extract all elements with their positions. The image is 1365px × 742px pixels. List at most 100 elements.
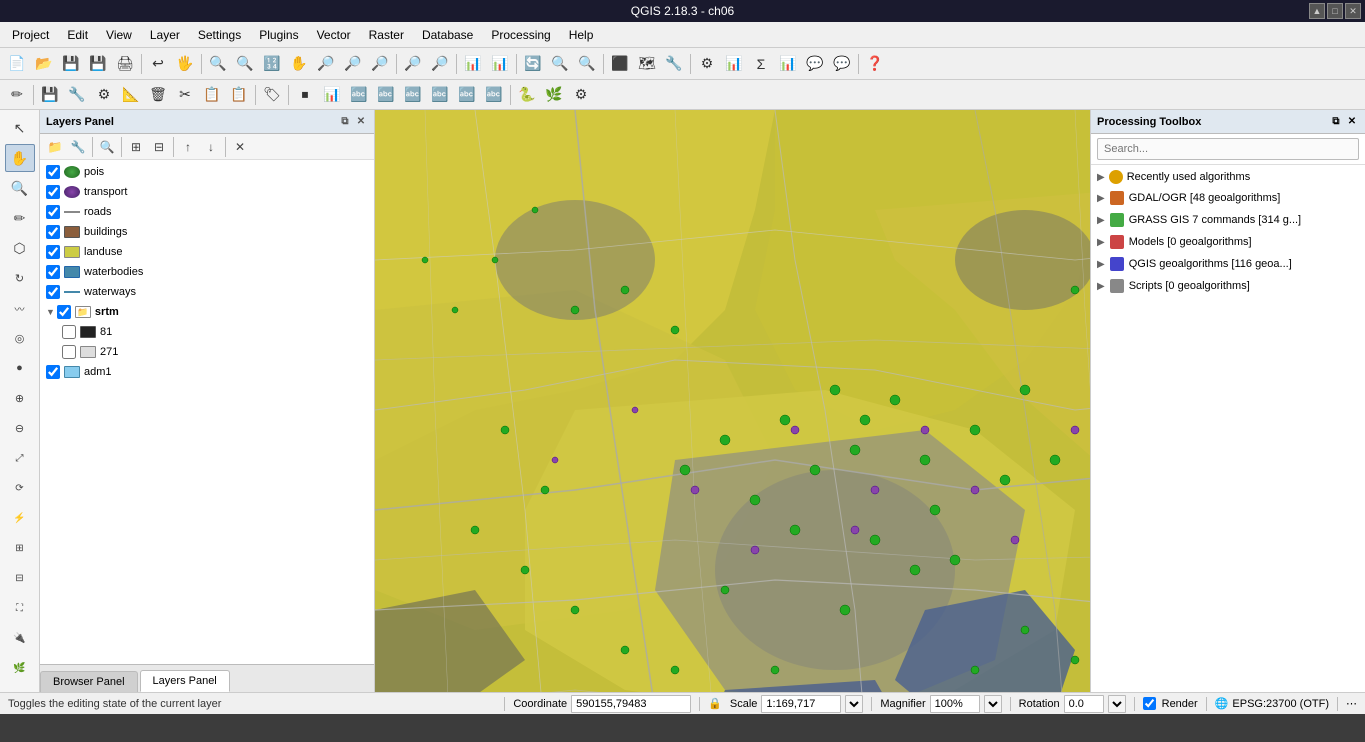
pt-close-button[interactable]: ✕ <box>1345 115 1359 129</box>
label2-button[interactable]: 🔤 <box>346 83 372 107</box>
zoom-layer-button[interactable]: ✋ <box>286 52 312 76</box>
epsg-container[interactable]: 🌐 EPSG:23700 (OTF) <box>1215 697 1329 710</box>
browser-panel-tab[interactable]: Browser Panel <box>40 671 138 692</box>
move-down-button[interactable]: ↓ <box>200 137 222 157</box>
add-ring-tool[interactable]: ◎ <box>5 324 35 352</box>
zoom-out-button[interactable]: 🔍 <box>232 52 258 76</box>
python-button[interactable]: 📊 <box>721 52 747 76</box>
move-up-button[interactable]: ↑ <box>177 137 199 157</box>
stop-button[interactable]: ⏹ <box>292 83 318 107</box>
close-button[interactable]: ✕ <box>1345 3 1361 19</box>
identify-button[interactable]: 🔎 <box>400 52 426 76</box>
merge-tool[interactable]: ⊞ <box>5 534 35 562</box>
collapse-all-button[interactable]: ⊟ <box>148 137 170 157</box>
layer-checkbox-transport[interactable] <box>46 185 60 199</box>
layer-checkbox-waterways[interactable] <box>46 285 60 299</box>
delete-button[interactable]: 🗑 <box>145 83 171 107</box>
layer-checkbox-landuse[interactable] <box>46 245 60 259</box>
process-button[interactable]: ⚙ <box>568 83 594 107</box>
coordinate-input[interactable] <box>571 695 691 713</box>
render-checkbox[interactable] <box>1143 697 1156 710</box>
pt-item-qgis[interactable]: QGIS geoalgorithms [116 geoa...] <box>1091 253 1365 275</box>
layer-item-buildings[interactable]: buildings <box>40 222 374 242</box>
digitize-button[interactable]: ⚙ <box>91 83 117 107</box>
menu-raster[interactable]: Raster <box>361 26 412 44</box>
layer-item-landuse[interactable]: landuse <box>40 242 374 262</box>
layer-item-adm1[interactable]: adm1 <box>40 362 374 382</box>
add-part-tool[interactable]: ⊕ <box>5 384 35 412</box>
settings-button[interactable]: ⚙ <box>694 52 720 76</box>
minimize-button[interactable]: ▲ <box>1309 3 1325 19</box>
scale-input[interactable] <box>761 695 841 713</box>
layer-checkbox-srtm-271[interactable] <box>62 345 76 359</box>
measure-button[interactable]: 🔍 <box>547 52 573 76</box>
undo-button[interactable]: ↩ <box>145 52 171 76</box>
manage-layers-button[interactable]: 🔧 <box>67 137 89 157</box>
digitizing-tool[interactable]: ✏ <box>5 204 35 232</box>
layer-item-waterways[interactable]: waterways <box>40 282 374 302</box>
pt-item-gdal[interactable]: GDAL/OGR [48 geoalgorithms] <box>1091 187 1365 209</box>
zoom-in-button[interactable]: 🔍 <box>205 52 231 76</box>
split-parts-tool[interactable]: ⛶ <box>5 594 35 622</box>
zoom-selection-button[interactable]: 🔎 <box>313 52 339 76</box>
annotation-button[interactable]: 💬 <box>829 52 855 76</box>
layer-checkbox-roads[interactable] <box>46 205 60 219</box>
bookmark-button[interactable]: 🗺 <box>634 52 660 76</box>
categorized-button[interactable]: 📊 <box>319 83 345 107</box>
layer-checkbox-adm1[interactable] <box>46 365 60 379</box>
more-options-button[interactable]: ⋯ <box>1346 697 1357 710</box>
layers-panel-tab[interactable]: Layers Panel <box>140 670 230 692</box>
save-as-button[interactable]: 💾 <box>85 52 111 76</box>
pt-float-button[interactable]: ⧉ <box>1329 115 1343 129</box>
grass2-button[interactable]: 🌿 <box>541 83 567 107</box>
menu-layer[interactable]: Layer <box>142 26 188 44</box>
layer-checkbox-srtm-81[interactable] <box>62 325 76 339</box>
restore-button[interactable]: □ <box>1327 3 1343 19</box>
layer-checkbox-buildings[interactable] <box>46 225 60 239</box>
edit-pencil-button[interactable]: ✏ <box>4 83 30 107</box>
map-tips-button[interactable]: ⬛ <box>607 52 633 76</box>
add-group-button[interactable]: 📁 <box>44 137 66 157</box>
layers-panel-float-button[interactable]: ⧉ <box>338 115 352 129</box>
add-feature-button[interactable]: 📐 <box>118 83 144 107</box>
rollback-button[interactable]: 🔧 <box>64 83 90 107</box>
chart-button[interactable]: 📊 <box>775 52 801 76</box>
zoom-next-button[interactable]: 🔎 <box>367 52 393 76</box>
label-button[interactable]: 🏷 <box>259 83 285 107</box>
new-project-button[interactable]: 📄 <box>4 52 30 76</box>
pt-item-recently-used[interactable]: Recently used algorithms <box>1091 167 1365 187</box>
expand-all-button[interactable]: ⊞ <box>125 137 147 157</box>
menu-edit[interactable]: Edit <box>59 26 96 44</box>
label7-button[interactable]: 🔤 <box>481 83 507 107</box>
map-canvas[interactable] <box>375 110 1090 692</box>
measure-area-button[interactable]: 🔍 <box>574 52 600 76</box>
label5-button[interactable]: 🔤 <box>427 83 453 107</box>
filter-layers-button[interactable]: 🔍 <box>96 137 118 157</box>
cut-button[interactable]: ✂ <box>172 83 198 107</box>
label4-button[interactable]: 🔤 <box>400 83 426 107</box>
print-button[interactable]: 🖨 <box>112 52 138 76</box>
layer-item-srtm-271[interactable]: 271 <box>56 342 374 362</box>
refresh-button[interactable]: 🔄 <box>520 52 546 76</box>
paste-button[interactable]: 📋 <box>226 83 252 107</box>
open-project-button[interactable]: 📂 <box>31 52 57 76</box>
grass3-tool[interactable]: 🌿 <box>5 654 35 682</box>
zoom-last-button[interactable]: 🔎 <box>340 52 366 76</box>
layer-item-roads[interactable]: roads <box>40 202 374 222</box>
pan-tool-button[interactable]: 🖐 <box>172 52 198 76</box>
reshape-tool[interactable]: ⤢ <box>5 444 35 472</box>
pt-item-grass[interactable]: GRASS GIS 7 commands [314 g...] <box>1091 209 1365 231</box>
menu-vector[interactable]: Vector <box>309 26 359 44</box>
rotation-dropdown[interactable]: ▲ <box>1108 695 1126 713</box>
layer-checkbox-pois[interactable] <box>46 165 60 179</box>
save-edits-button[interactable]: 💾 <box>37 83 63 107</box>
menu-processing[interactable]: Processing <box>483 26 558 44</box>
attribute-table-button[interactable]: 📊 <box>460 52 486 76</box>
split-features-tool[interactable]: ⚡ <box>5 504 35 532</box>
menu-project[interactable]: Project <box>4 26 57 44</box>
select-tool[interactable]: ↖ <box>5 114 35 142</box>
magnifier-dropdown[interactable]: ▼ <box>984 695 1002 713</box>
fill-ring-tool[interactable]: ● <box>5 354 35 382</box>
layer-item-srtm[interactable]: ▼ 📁 srtm <box>40 302 374 322</box>
pt-search-input[interactable] <box>1097 138 1359 160</box>
